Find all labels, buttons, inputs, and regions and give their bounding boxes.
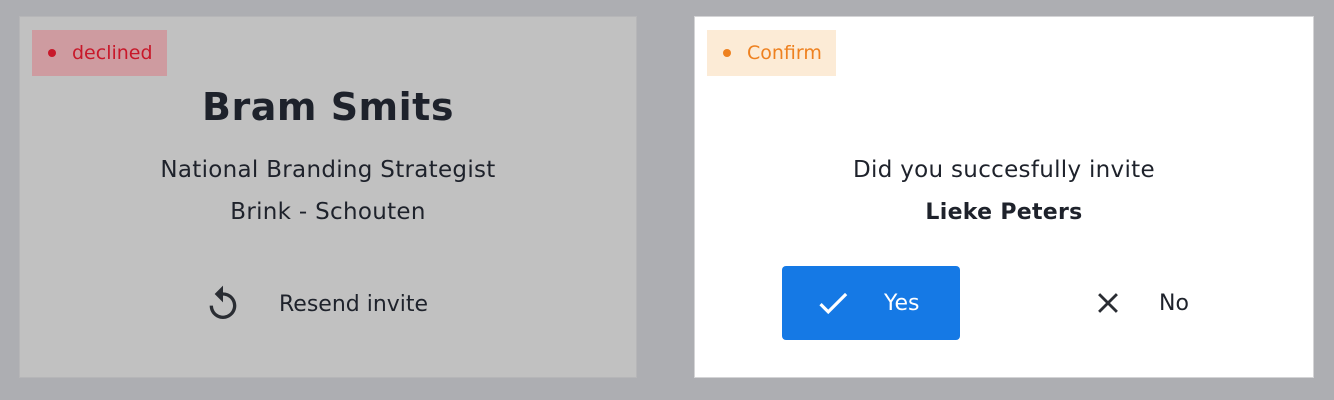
close-icon: [1098, 293, 1118, 313]
refresh-icon: [209, 285, 237, 319]
declined-invite-card: declined Bram Smits National Branding St…: [19, 16, 637, 378]
resend-invite-label: Resend invite: [279, 291, 429, 317]
status-badge-declined: declined: [32, 30, 167, 76]
status-dot-icon: [48, 49, 56, 57]
no-button[interactable]: No: [1091, 266, 1221, 340]
status-badge-confirm: Confirm: [707, 30, 836, 76]
job-title: National Branding Strategist: [160, 157, 496, 183]
resend-invite-button[interactable]: Resend invite: [203, 281, 463, 327]
status-dot-icon: [723, 49, 731, 57]
check-icon: [819, 292, 848, 315]
company-name: Brink - Schouten: [230, 199, 426, 225]
status-badge-label: declined: [72, 42, 153, 64]
invited-person-name: Lieke Peters: [925, 200, 1083, 225]
status-badge-label: Confirm: [747, 42, 822, 64]
confirm-invite-card: Confirm Did you succesfully invite Lieke…: [694, 16, 1314, 378]
yes-button[interactable]: Yes: [782, 266, 960, 340]
no-button-label: No: [1159, 290, 1189, 316]
yes-button-label: Yes: [884, 290, 920, 316]
person-name: Bram Smits: [202, 85, 454, 129]
confirm-question: Did you succesfully invite: [853, 157, 1155, 183]
